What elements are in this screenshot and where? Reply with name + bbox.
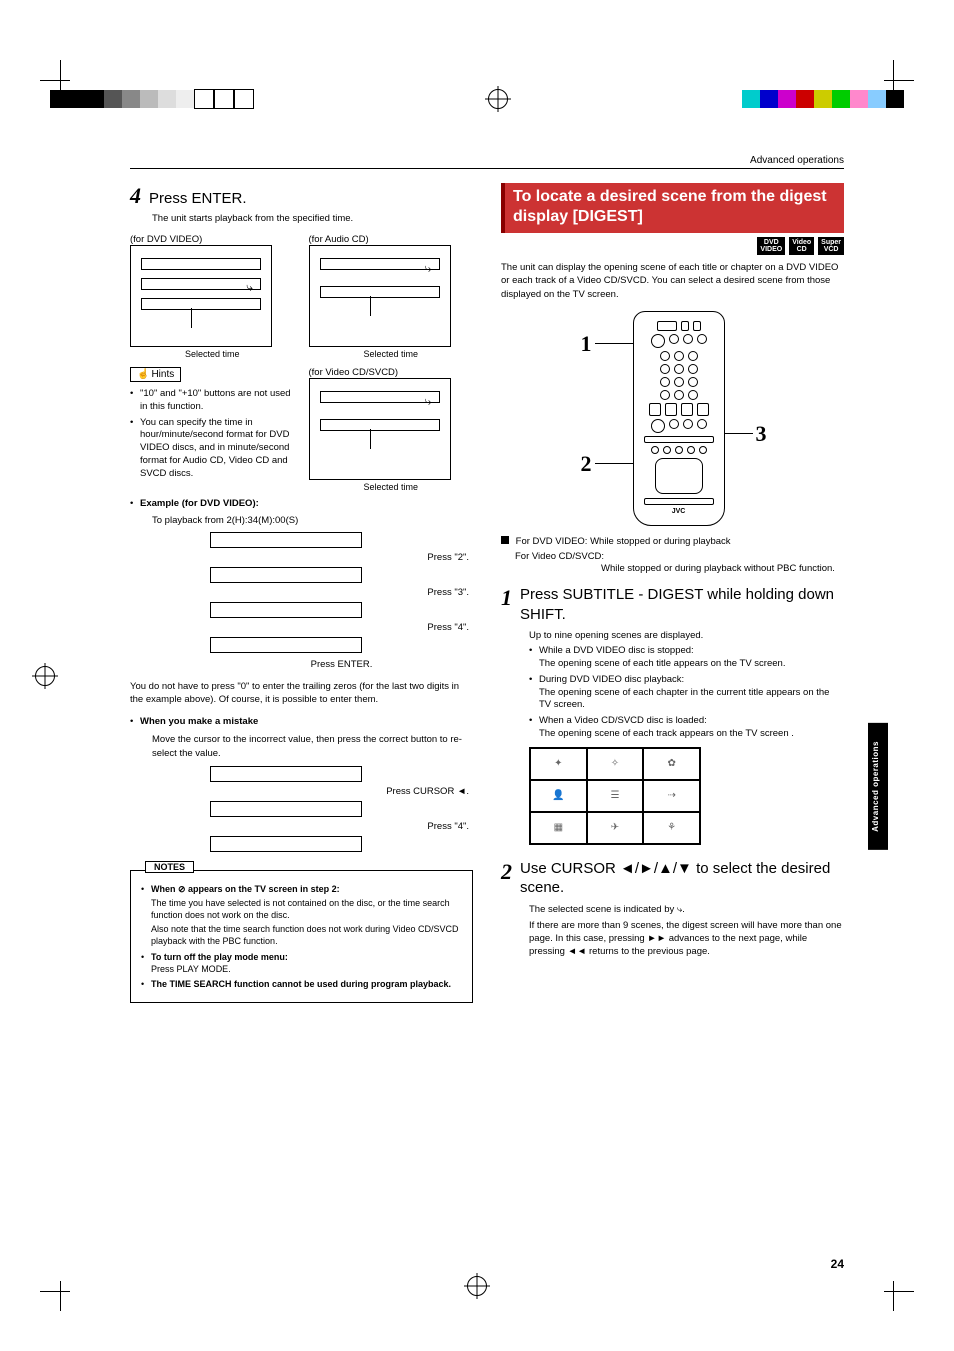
remote-icon: JVC (633, 311, 725, 526)
digest-thumbnail-grid: ✦✧✿ 👤☰⇢ ▦✈⚘ (529, 747, 701, 845)
selected-time-label: Selected time (309, 349, 474, 359)
cursor-pointer-icon: ⤷ (425, 261, 432, 276)
press-enter-label: Press ENTER. (210, 659, 473, 670)
press-label: Press "3". (210, 587, 473, 598)
badge-super-vcd: SuperVCD (818, 237, 844, 255)
registration-target-icon (488, 89, 508, 109)
value-box (210, 602, 362, 618)
step-title: Press SUBTITLE - DIGEST while holding do… (520, 585, 844, 624)
note-item: When ⊘ appears on the TV screen in step … (141, 883, 462, 948)
registration-bar (0, 90, 954, 108)
thumb: ☰ (587, 780, 644, 812)
remote-brand: JVC (640, 508, 718, 515)
thumb: ▦ (530, 812, 587, 844)
step-subtext: The unit starts playback from the specif… (152, 213, 473, 224)
content-area: Advanced operations 4 Press ENTER. The u… (130, 155, 844, 1251)
press-label: Press "4". (210, 821, 473, 832)
note-item: To turn off the play mode menu: Press PL… (141, 951, 462, 975)
note-item: The TIME SEARCH function cannot be used … (141, 978, 462, 990)
value-box (210, 801, 362, 817)
page: Advanced operations 4 Press ENTER. The u… (0, 0, 954, 1351)
value-box (210, 836, 362, 852)
left-column: 4 Press ENTER. The unit starts playback … (130, 183, 473, 1251)
panel-caption: (for DVD VIDEO) (130, 234, 295, 245)
condition-dvd: For DVD VIDEO: While stopped or during p… (516, 536, 731, 547)
thumb: 👤 (530, 780, 587, 812)
thumb: ✿ (643, 748, 700, 780)
remote-diagram: 1 2 3 (573, 311, 773, 526)
bullet-item: When a Video CD/SVCD disc is loaded: The… (529, 715, 844, 741)
right-column: To locate a desired scene from the diges… (501, 183, 844, 1251)
notes-box: NOTES When ⊘ appears on the TV screen in… (130, 870, 473, 1003)
time-panel-cd: ⤷ (309, 245, 451, 347)
page-number: 24 (831, 1257, 844, 1271)
step-number: 4 (130, 183, 141, 209)
step-title: Press ENTER. (149, 190, 247, 207)
bullet-item: While a DVD VIDEO disc is stopped: The o… (529, 645, 844, 671)
press-label: Press "4". (210, 622, 473, 633)
callout-3: 3 (756, 421, 767, 447)
thumb: ✧ (587, 748, 644, 780)
thumb: ✈ (587, 812, 644, 844)
cursor-pointer-icon: ⤷ (425, 394, 432, 409)
step2-line1: The selected scene is indicated by ⤷. (529, 904, 844, 915)
condition-vcd-body: While stopped or during playback without… (601, 562, 844, 575)
thumb: ⇢ (643, 780, 700, 812)
selected-time-label: Selected time (309, 482, 474, 492)
registration-target-icon (467, 1276, 487, 1296)
example-sub: To playback from 2(H):34(M):00(S) (152, 515, 473, 526)
thumb: ✦ (530, 748, 587, 780)
hint-item: "10" and "+10" buttons are not used in t… (130, 388, 295, 414)
side-tab: Advanced operations (868, 723, 888, 850)
registration-target-icon (35, 666, 55, 686)
step-title: Use CURSOR ◄/►/▲/▼ to select the desired… (520, 859, 844, 898)
callout-1: 1 (581, 331, 592, 357)
selected-time-label: Selected time (130, 349, 295, 359)
value-box (210, 637, 362, 653)
condition-vcd-label: For Video CD/SVCD: (515, 551, 604, 562)
panel-caption: (for Audio CD) (309, 234, 474, 245)
mistake-sub: Move the cursor to the incorrect value, … (152, 733, 473, 760)
value-box (210, 532, 362, 548)
notes-tab: NOTES (145, 861, 194, 873)
section-heading: To locate a desired scene from the diges… (501, 183, 844, 233)
time-panel-vcd: ⤷ (309, 378, 451, 480)
hints-tab: Hints (130, 367, 181, 382)
mistake-head: When you make a mistake (130, 716, 473, 729)
cursor-pointer-icon: ⤷ (246, 280, 253, 295)
step-subtext: Up to nine opening scenes are displayed. (529, 630, 844, 641)
square-bullet-icon (501, 536, 509, 544)
bullet-item: During DVD VIDEO disc playback: The open… (529, 674, 844, 712)
badge-video-cd: VideoCD (789, 237, 814, 255)
hint-item: You can specify the time in hour/minute/… (130, 417, 295, 481)
press-label: Press CURSOR ◄. (210, 786, 473, 797)
disc-badges: DVDVIDEO VideoCD SuperVCD (501, 237, 844, 255)
value-box (210, 766, 362, 782)
thumb: ⚘ (643, 812, 700, 844)
crop-mark (874, 1271, 914, 1311)
step-number: 2 (501, 859, 512, 885)
breadcrumb: Advanced operations (130, 155, 844, 169)
step-number: 1 (501, 585, 512, 611)
example-head: Example (for DVD VIDEO): (130, 498, 473, 511)
badge-dvd-video: DVDVIDEO (757, 237, 785, 255)
step2-line2: If there are more than 9 scenes, the dig… (529, 919, 844, 959)
time-panel-dvd: ⤷ (130, 245, 272, 347)
section-intro: The unit can display the opening scene o… (501, 261, 844, 301)
panel-caption: (for Video CD/SVCD) (309, 367, 474, 378)
crop-mark (40, 1271, 80, 1311)
press-label: Press "2". (210, 552, 473, 563)
value-box (210, 567, 362, 583)
callout-2: 2 (581, 451, 592, 477)
example-para: You do not have to press "0" to enter th… (130, 680, 473, 707)
